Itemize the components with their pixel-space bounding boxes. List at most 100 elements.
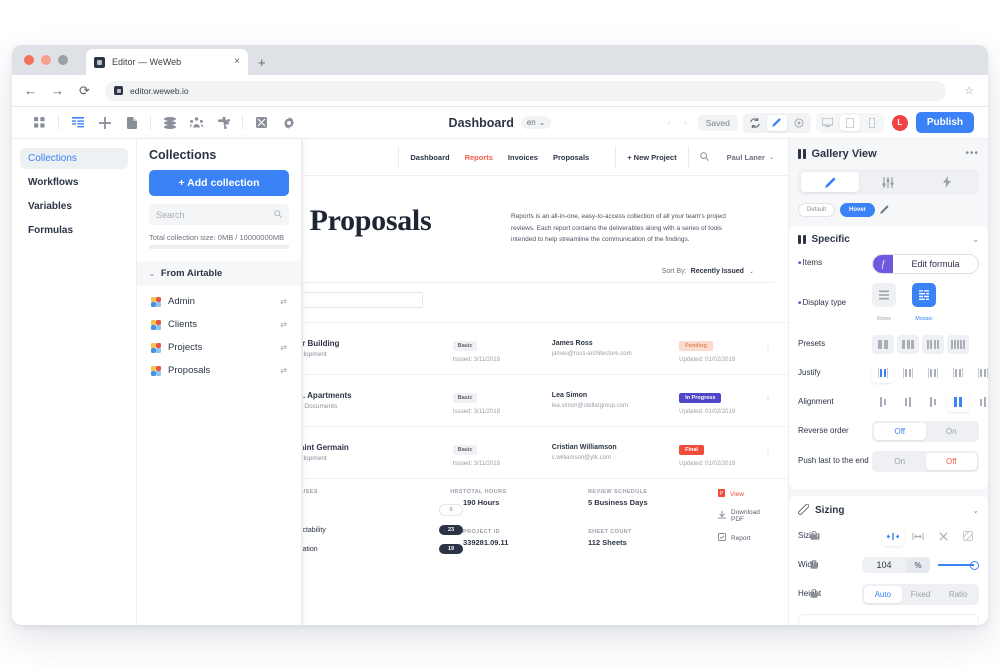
pencil-icon[interactable]: [880, 205, 889, 216]
settings-icon[interactable]: [275, 112, 302, 134]
alignment-option-5[interactable]: [972, 393, 988, 412]
new-tab-button[interactable]: +: [258, 56, 266, 69]
preset-option-1[interactable]: [872, 334, 894, 354]
sizing-header[interactable]: Sizing ⌄: [797, 503, 979, 517]
edit-formula-button[interactable]: f Edit formula: [872, 254, 979, 274]
sync-icon[interactable]: [745, 115, 765, 131]
preset-option-4[interactable]: [947, 334, 969, 354]
reload-button[interactable]: ⟳: [78, 84, 91, 97]
justify-option-4[interactable]: [947, 364, 969, 383]
height-fixed-option[interactable]: Fixed: [902, 586, 940, 603]
sidebar-item-workflows[interactable]: Workflows: [20, 172, 128, 193]
height-ratio-option[interactable]: Ratio: [939, 586, 977, 603]
row-menu-icon[interactable]: ⋮: [764, 396, 772, 404]
preset-option-3[interactable]: [922, 334, 944, 354]
avatar[interactable]: L: [891, 114, 908, 131]
state-default[interactable]: Default: [798, 203, 836, 217]
chevron-down-icon[interactable]: ⌄: [972, 235, 979, 244]
justify-option-5[interactable]: [972, 364, 988, 383]
alignment-option-2[interactable]: [897, 393, 919, 412]
sizing-fill-icon[interactable]: [907, 527, 929, 546]
user-menu[interactable]: Paul Laner: [727, 153, 765, 162]
reverse-off-option[interactable]: Off: [874, 423, 926, 440]
push-off-option[interactable]: Off: [925, 453, 977, 470]
bookmark-icon[interactable]: ☆: [964, 84, 974, 97]
display-rows-option[interactable]: Rows: [872, 283, 896, 325]
state-hover[interactable]: Hover: [840, 203, 876, 217]
preview-mode-button[interactable]: [789, 115, 809, 131]
tab-interactions[interactable]: [918, 172, 976, 192]
site-nav-reports[interactable]: Reports: [465, 153, 493, 162]
filter-input[interactable]: [303, 292, 423, 309]
undo-button[interactable]: ‹: [662, 115, 677, 130]
sort-control[interactable]: Sort By: Recently Issued ⌄: [303, 246, 774, 284]
language-selector[interactable]: en ⌄: [520, 116, 552, 129]
list-item[interactable]: Proposals ⇄: [149, 359, 289, 382]
sync-icon[interactable]: ⇄: [280, 297, 287, 306]
layers-icon[interactable]: [64, 112, 91, 134]
people-icon[interactable]: [183, 112, 210, 134]
sizing-fit-icon[interactable]: [882, 526, 904, 546]
redo-button[interactable]: ›: [678, 115, 693, 130]
window-controls[interactable]: [24, 55, 68, 65]
close-window-button[interactable]: [24, 55, 34, 65]
row-menu-icon[interactable]: ⋮: [764, 448, 772, 456]
alignment-option-3[interactable]: [922, 393, 944, 412]
reverse-on-option[interactable]: On: [926, 423, 978, 440]
sidebar-item-variables[interactable]: Variables: [20, 196, 128, 217]
browser-tab[interactable]: Editor — WeWeb ×: [86, 49, 248, 75]
table-row[interactable]: h Pier Building n Development Basic Issu…: [303, 322, 788, 374]
preset-option-2[interactable]: [897, 334, 919, 354]
grid-icon[interactable]: [26, 112, 53, 134]
edit-mode-button[interactable]: [766, 114, 787, 131]
tab-style[interactable]: [801, 172, 860, 192]
add-collection-button[interactable]: + Add collection: [149, 170, 289, 196]
database-icon[interactable]: [156, 112, 183, 134]
table-row[interactable]: ue Saint Germain n Development Basic Iss…: [303, 426, 788, 478]
address-bar[interactable]: editor.weweb.io: [105, 80, 947, 101]
sidebar-item-collections[interactable]: Collections: [20, 148, 128, 169]
justify-option-1[interactable]: [872, 363, 894, 383]
sizing-custom-icon[interactable]: [957, 527, 979, 546]
alignment-option-4[interactable]: [947, 392, 969, 412]
download-action[interactable]: Download PDF: [717, 509, 772, 523]
lock-icon[interactable]: [810, 530, 818, 542]
mobile-icon[interactable]: [862, 115, 882, 131]
tab-settings[interactable]: [859, 172, 917, 192]
view-action[interactable]: P View: [718, 489, 772, 499]
desktop-icon[interactable]: [818, 115, 838, 131]
list-item[interactable]: Clients ⇄: [149, 313, 289, 336]
site-nav-proposals[interactable]: Proposals: [553, 153, 589, 162]
lock-icon[interactable]: [810, 559, 818, 571]
height-auto-option[interactable]: Auto: [864, 586, 902, 603]
chevron-down-icon[interactable]: ⌄: [972, 506, 979, 515]
sidebar-item-formulas[interactable]: Formulas: [20, 220, 128, 241]
site-nav-invoices[interactable]: Invoices: [508, 153, 538, 162]
maximize-window-button[interactable]: [58, 55, 68, 65]
image-icon[interactable]: [248, 112, 275, 134]
close-tab-icon[interactable]: ×: [234, 57, 240, 67]
plus-icon[interactable]: [91, 112, 118, 134]
plugin-icon[interactable]: [210, 112, 237, 134]
width-unit[interactable]: %: [906, 557, 930, 573]
new-project-button[interactable]: + New Project: [627, 153, 676, 162]
search-input[interactable]: Search: [149, 204, 289, 225]
publish-button[interactable]: Publish: [915, 112, 974, 133]
back-button[interactable]: ←: [24, 84, 37, 97]
sync-icon[interactable]: ⇄: [280, 343, 287, 352]
list-item[interactable]: Projects ⇄: [149, 336, 289, 359]
site-nav-dashboard[interactable]: Dashboard: [410, 153, 449, 162]
minimize-window-button[interactable]: [41, 55, 51, 65]
sync-icon[interactable]: ⇄: [280, 366, 287, 375]
search-icon[interactable]: [699, 151, 709, 163]
justify-option-3[interactable]: [922, 364, 944, 383]
justify-option-2[interactable]: [897, 364, 919, 383]
page-icon[interactable]: [118, 112, 145, 134]
row-menu-icon[interactable]: ⋮: [764, 344, 772, 352]
lock-icon[interactable]: [810, 588, 818, 600]
display-mosaic-option[interactable]: Mosaic: [912, 283, 936, 325]
list-item[interactable]: Admin ⇄: [149, 290, 289, 313]
alignment-option-1[interactable]: [872, 393, 894, 412]
table-row[interactable]: tte St. Apartments ruction Documents Bas…: [303, 374, 788, 426]
sizing-none-icon[interactable]: [932, 527, 954, 546]
